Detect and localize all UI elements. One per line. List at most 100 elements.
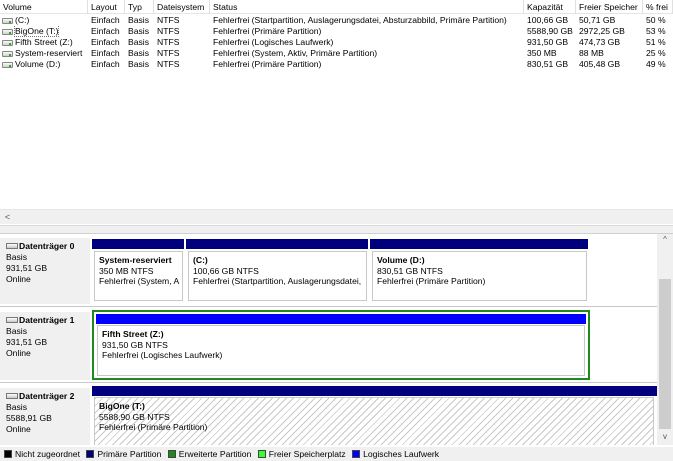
partition-name: (C:) bbox=[193, 255, 208, 265]
partition-c[interactable]: (C:) 100,66 GB NTFS Fehlerfrei (Startpar… bbox=[188, 251, 367, 301]
legend-extended-partition: Erweiterte Partition bbox=[167, 447, 252, 461]
partition-name: Volume (D:) bbox=[377, 255, 425, 265]
disk-2-name: Datenträger 2 bbox=[19, 391, 75, 401]
volume-row[interactable]: Volume (D:) Einfach Basis NTFS Fehlerfre… bbox=[0, 59, 673, 70]
disk-2-label[interactable]: Datenträger 2 Basis 5588,91 GB Online bbox=[0, 388, 90, 445]
volume-row[interactable]: BigOne (T:) Einfach Basis NTFS Fehlerfre… bbox=[0, 26, 673, 37]
disk-2-size: 5588,91 GB bbox=[6, 413, 52, 423]
scrollbar-thumb[interactable] bbox=[659, 279, 671, 429]
capacity-cell: 350 MB bbox=[527, 48, 557, 58]
layout-cell: Einfach bbox=[91, 26, 120, 36]
disk-0-size: 931,51 GB bbox=[6, 263, 48, 273]
partition-status: Fehlerfrei (Primäre Partition) bbox=[99, 422, 208, 432]
column-header-type[interactable]: Typ bbox=[125, 0, 154, 14]
status-cell: Fehlerfrei (Startpartition, Auslagerungs… bbox=[213, 15, 507, 25]
legend-bar: Nicht zugeordnet Primäre Partition Erwei… bbox=[0, 447, 673, 461]
legend-swatch bbox=[167, 450, 176, 458]
legend-swatch bbox=[4, 450, 12, 458]
layout-cell: Einfach bbox=[91, 37, 120, 47]
capacity-cell: 931,50 GB bbox=[527, 37, 569, 47]
legend-swatch bbox=[257, 450, 266, 458]
disk-graphical-pane: Datenträger 0 Basis 931,51 GB Online Sys… bbox=[0, 234, 657, 445]
layout-cell: Einfach bbox=[91, 48, 120, 58]
partition-bar-primary bbox=[92, 239, 184, 249]
disk-0-label[interactable]: Datenträger 0 Basis 931,51 GB Online bbox=[0, 238, 90, 304]
scroll-down-arrow-icon[interactable]: v bbox=[660, 432, 670, 442]
drive-icon bbox=[2, 18, 13, 24]
type-cell: Basis bbox=[128, 37, 150, 47]
partition-status: Fehlerfrei (Startpartition, Auslagerungs… bbox=[193, 276, 362, 286]
partition-d[interactable]: Volume (D:) 830,51 GB NTFS Fehlerfrei (P… bbox=[372, 251, 587, 301]
partition-t[interactable]: BigOne (T:) 5588,90 GB NTFS Fehlerfrei (… bbox=[94, 397, 654, 445]
filesystem-cell: NTFS bbox=[157, 26, 180, 36]
drive-icon bbox=[2, 62, 13, 68]
disk-1-type: Basis bbox=[6, 326, 28, 336]
disk-1-name: Datenträger 1 bbox=[19, 315, 75, 325]
volume-cell: BigOne (T:) bbox=[0, 26, 88, 37]
volume-cell: (C:) bbox=[0, 15, 88, 26]
legend-label: Logisches Laufwerk bbox=[363, 449, 440, 459]
volume-row[interactable]: Fifth Street (Z:) Einfach Basis NTFS Feh… bbox=[0, 37, 673, 48]
partition-status: Fehlerfrei (Logisches Laufwerk) bbox=[102, 350, 223, 360]
volume-row[interactable]: System-reserviert Einfach Basis NTFS Feh… bbox=[0, 48, 673, 59]
free-space-cell: 50,71 GB bbox=[579, 15, 616, 25]
volume-name: BigOne (T:) bbox=[13, 26, 60, 37]
status-cell: Fehlerfrei (Logisches Laufwerk) bbox=[213, 37, 334, 47]
status-cell: Fehlerfrei (Primäre Partition) bbox=[213, 59, 322, 69]
volume-name: (C:) bbox=[15, 15, 30, 25]
capacity-cell: 100,66 GB bbox=[527, 15, 569, 25]
legend-primary-partition: Primäre Partition bbox=[86, 447, 161, 461]
volume-row[interactable]: (C:) Einfach Basis NTFS Fehlerfrei (Star… bbox=[0, 15, 673, 26]
disk-1-status: Online bbox=[6, 348, 31, 358]
disk-separator bbox=[0, 382, 657, 383]
status-cell: Fehlerfrei (System, Aktiv, Primäre Parti… bbox=[213, 48, 378, 58]
disk-icon bbox=[6, 243, 18, 249]
volume-list-rows: (C:) Einfach Basis NTFS Fehlerfrei (Star… bbox=[0, 15, 673, 70]
percent-free-cell: 51 % bbox=[646, 37, 666, 47]
legend-logical-drive: Logisches Laufwerk bbox=[352, 447, 439, 461]
partition-bar-logical bbox=[96, 314, 586, 324]
legend-unallocated: Nicht zugeordnet bbox=[4, 447, 80, 461]
horizontal-scrollbar[interactable]: < bbox=[0, 209, 673, 224]
column-header-percent-free[interactable]: % frei bbox=[643, 0, 673, 14]
type-cell: Basis bbox=[128, 26, 150, 36]
volume-name: System-reserviert bbox=[15, 48, 83, 58]
column-header-status[interactable]: Status bbox=[210, 0, 524, 14]
partition-name: BigOne (T:) bbox=[99, 401, 145, 411]
filesystem-cell: NTFS bbox=[157, 37, 180, 47]
filesystem-cell: NTFS bbox=[157, 48, 180, 58]
drive-icon bbox=[2, 29, 13, 35]
layout-cell: Einfach bbox=[91, 15, 120, 25]
volume-cell: Fifth Street (Z:) bbox=[0, 37, 88, 48]
partition-size: 100,66 GB NTFS bbox=[193, 265, 259, 276]
disk-icon bbox=[6, 317, 18, 323]
scroll-left-arrow-icon[interactable]: < bbox=[2, 211, 13, 224]
drive-icon bbox=[2, 40, 13, 46]
pane-splitter[interactable] bbox=[0, 225, 673, 234]
partition-system-reserved[interactable]: System-reserviert 350 MB NTFS Fehlerfrei… bbox=[94, 251, 183, 301]
partition-bar-primary bbox=[186, 239, 368, 249]
partition-z[interactable]: Fifth Street (Z:) 931,50 GB NTFS Fehlerf… bbox=[97, 325, 585, 376]
drive-icon bbox=[2, 51, 13, 57]
disk-0-status: Online bbox=[6, 274, 31, 284]
column-header-layout[interactable]: Layout bbox=[88, 0, 125, 14]
column-header-volume[interactable]: Volume bbox=[0, 0, 88, 14]
column-header-capacity[interactable]: Kapazität bbox=[524, 0, 576, 14]
disk-0-type: Basis bbox=[6, 252, 28, 262]
partition-size: 931,50 GB NTFS bbox=[102, 339, 168, 350]
disk-0-name: Datenträger 0 bbox=[19, 241, 75, 251]
legend-label: Erweiterte Partition bbox=[178, 449, 252, 459]
partition-size: 5588,90 GB NTFS bbox=[99, 411, 170, 422]
volume-cell: System-reserviert bbox=[0, 48, 88, 59]
partition-size: 830,51 GB NTFS bbox=[377, 265, 443, 276]
column-header-free-space[interactable]: Freier Speicher bbox=[576, 0, 643, 14]
volume-list-pane: Volume Layout Typ Dateisystem Status Kap… bbox=[0, 0, 673, 225]
column-header-filesystem[interactable]: Dateisystem bbox=[154, 0, 210, 14]
percent-free-cell: 53 % bbox=[646, 26, 666, 36]
partition-bar-primary bbox=[370, 239, 588, 249]
scroll-up-arrow-icon[interactable]: ^ bbox=[660, 235, 670, 245]
volume-name: Fifth Street (Z:) bbox=[15, 37, 73, 47]
disk-1-label[interactable]: Datenträger 1 Basis 931,51 GB Online bbox=[0, 312, 90, 380]
vertical-scrollbar[interactable]: ^ v bbox=[657, 234, 673, 445]
disk-2-type: Basis bbox=[6, 402, 28, 412]
